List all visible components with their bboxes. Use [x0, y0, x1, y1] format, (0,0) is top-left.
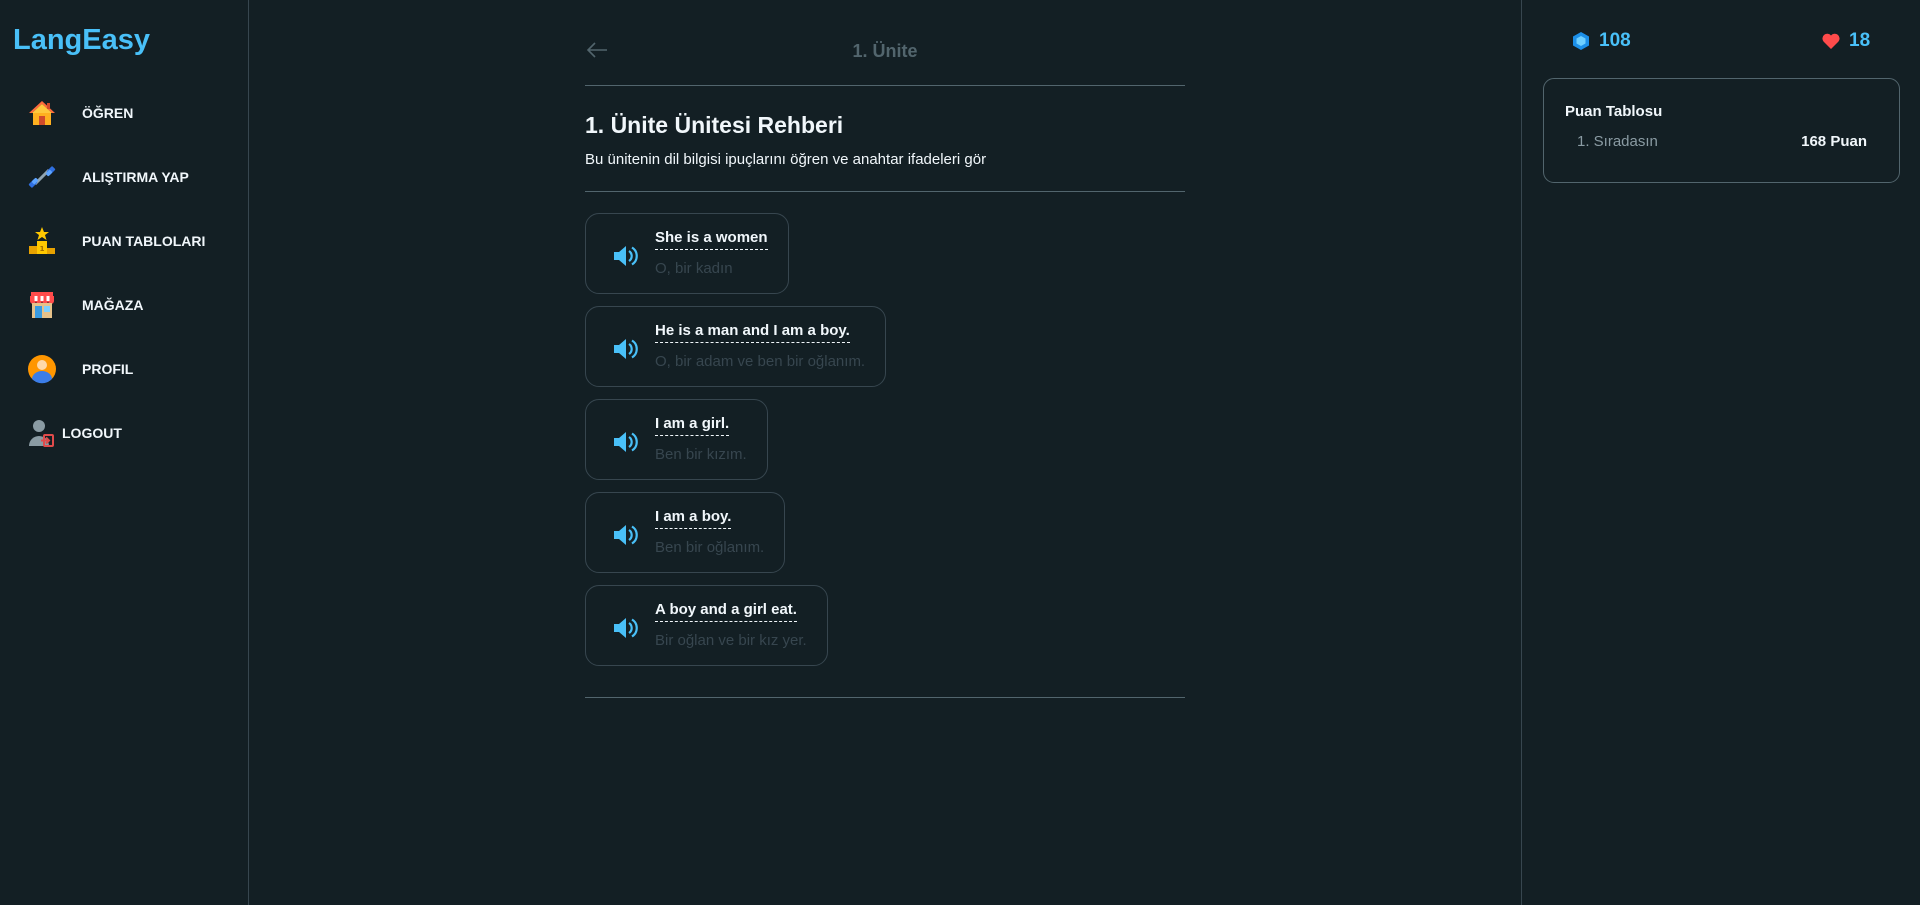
- phrase-english[interactable]: I am a boy.: [655, 508, 732, 529]
- phrase-english[interactable]: A boy and a girl eat.: [655, 601, 797, 622]
- podium-icon: 1: [26, 225, 58, 257]
- nav-label-practice: ALIŞTIRMA YAP: [82, 169, 189, 185]
- nav-label-logout: LOGOUT: [62, 425, 122, 441]
- phrase-translation: Ben bir kızım.: [655, 446, 747, 463]
- nav-item-leaderboards[interactable]: 1 PUAN TABLOLARI: [12, 219, 248, 263]
- nav-item-logout[interactable]: LOGOUT: [12, 411, 248, 455]
- phrase-card[interactable]: I am a girl. Ben bir kızım.: [585, 399, 768, 480]
- phrase-translation: Ben bir oğlanım.: [655, 539, 765, 556]
- speaker-icon[interactable]: [611, 242, 639, 270]
- phrase-list: She is a women O, bir kadın He is a man …: [585, 192, 1185, 698]
- unit-header: 1. Ünite: [585, 0, 1185, 86]
- nav-label-shop: MAĞAZA: [82, 297, 144, 313]
- brand-logo[interactable]: LangEasy: [12, 24, 248, 57]
- dumbbell-icon: [26, 161, 58, 193]
- unit-title: 1. Ünite: [852, 41, 918, 61]
- nav-label-profile: PROFIL: [82, 361, 134, 377]
- app-root: LangEasy ÖĞREN ALIŞTIRMA YAP 1 PUAN TABL…: [0, 0, 1920, 905]
- main-content: 1. Ünite 1. Ünite Ünitesi Rehberi Bu üni…: [585, 0, 1185, 698]
- nav-item-practice[interactable]: ALIŞTIRMA YAP: [12, 155, 248, 199]
- phrase-card[interactable]: He is a man and I am a boy. O, bir adam …: [585, 306, 887, 387]
- nav-item-shop[interactable]: MAĞAZA: [12, 283, 248, 327]
- leaderboard-row: 1. Sıradasın 168 Puan: [1565, 133, 1879, 150]
- left-sidebar: LangEasy ÖĞREN ALIŞTIRMA YAP 1 PUAN TABL…: [0, 0, 249, 905]
- phrase-card[interactable]: She is a women O, bir kadın: [585, 213, 789, 294]
- gems-value: 108: [1599, 30, 1631, 51]
- phrase-english[interactable]: She is a women: [655, 229, 768, 250]
- heart-icon: [1821, 31, 1841, 51]
- profile-icon: [26, 353, 58, 385]
- phrase-english[interactable]: I am a girl.: [655, 415, 730, 436]
- nav-item-profile[interactable]: PROFIL: [12, 347, 248, 391]
- nav-label-leaderboards: PUAN TABLOLARI: [82, 233, 206, 249]
- guide-subtitle: Bu ünitenin dil bilgisi ipuçlarını öğren…: [585, 151, 987, 168]
- stats-bar: 108 18: [1522, 0, 1920, 78]
- leaderboard-points: 168 Puan: [1801, 133, 1867, 150]
- guide-header: 1. Ünite Ünitesi Rehberi Bu ünitenin dil…: [585, 86, 1185, 192]
- shop-icon: [26, 289, 58, 321]
- speaker-icon[interactable]: [611, 428, 639, 456]
- phrase-card[interactable]: A boy and a girl eat. Bir oğlan ve bir k…: [585, 585, 828, 666]
- speaker-icon[interactable]: [611, 614, 639, 642]
- speaker-icon[interactable]: [611, 335, 639, 363]
- phrase-translation: Bir oğlan ve bir kız yer.: [655, 632, 807, 649]
- phrase-translation: O, bir adam ve ben bir oğlanım.: [655, 353, 866, 370]
- hearts-value: 18: [1849, 30, 1871, 51]
- hearts-counter[interactable]: 18: [1821, 30, 1870, 52]
- right-sidebar: 108 18 Puan Tablosu 1. Sıradasın 168 Pua…: [1521, 0, 1920, 905]
- leaderboard-rank: 1. Sıradasın: [1577, 133, 1658, 150]
- phrase-card[interactable]: I am a boy. Ben bir oğlanım.: [585, 492, 786, 573]
- gem-icon: [1571, 31, 1591, 51]
- nav-label-learn: ÖĞREN: [82, 105, 134, 121]
- guide-title: 1. Ünite Ünitesi Rehberi: [585, 112, 844, 138]
- gems-counter[interactable]: 108: [1571, 30, 1631, 52]
- svg-text:1: 1: [40, 245, 45, 253]
- logout-icon: [26, 417, 58, 449]
- leaderboard-title: Puan Tablosu: [1565, 103, 1663, 120]
- speaker-icon[interactable]: [611, 521, 639, 549]
- nav-item-learn[interactable]: ÖĞREN: [12, 91, 248, 135]
- leaderboard-card[interactable]: Puan Tablosu 1. Sıradasın 168 Puan: [1543, 78, 1900, 183]
- phrase-translation: O, bir kadın: [655, 260, 733, 277]
- phrase-english[interactable]: He is a man and I am a boy.: [655, 322, 850, 343]
- house-icon: [26, 97, 58, 129]
